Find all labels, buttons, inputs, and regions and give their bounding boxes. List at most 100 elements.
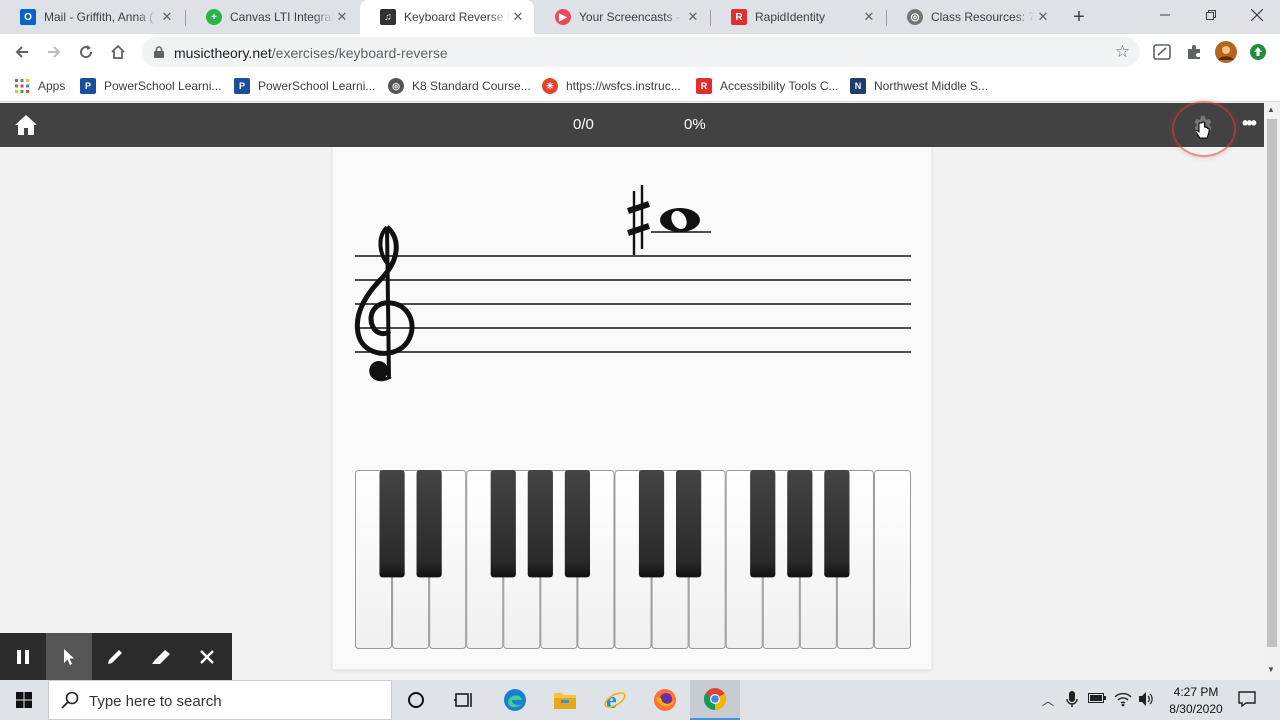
extension-screencast-button[interactable] (1150, 40, 1174, 64)
url-host: musictheory.net (174, 45, 272, 61)
tab-mail[interactable]: O Mail - Griffith, Anna ( ✕ (0, 0, 183, 34)
highlighter-icon (152, 649, 170, 664)
forward-button[interactable] (40, 38, 68, 66)
action-center-button[interactable] (1238, 690, 1256, 711)
bookmark-powerschool-2[interactable]: P PowerSchool Learni... (234, 77, 375, 95)
bookmark-star-icon[interactable]: ☆ (1115, 42, 1130, 62)
powerschool-icon: P (80, 78, 96, 94)
close-icon[interactable]: ✕ (1035, 9, 1051, 25)
tab-rapididentity[interactable]: R RapidIdentity ✕ (711, 0, 885, 34)
close-icon[interactable]: ✕ (685, 9, 701, 25)
screencast-recorder-toolbar (0, 633, 232, 680)
taskbar-search[interactable]: Type here to search (48, 680, 392, 720)
pause-recording-button[interactable] (0, 633, 46, 680)
taskbar-clock[interactable]: 4:27 PM 8/30/2020 (1160, 684, 1232, 718)
wifi-icon[interactable] (1114, 691, 1132, 710)
black-key[interactable] (787, 470, 813, 578)
black-key[interactable] (379, 470, 405, 578)
cortana-button[interactable] (391, 680, 441, 720)
apps-grid-icon (15, 79, 29, 93)
black-key[interactable] (527, 470, 553, 578)
sharp-accidental-icon (627, 185, 650, 255)
bookmark-label: Northwest Middle S... (874, 79, 989, 93)
microphone-icon[interactable] (1066, 690, 1078, 711)
close-icon[interactable]: ✕ (861, 9, 877, 25)
firefox-icon (654, 689, 676, 711)
black-key[interactable] (824, 470, 850, 578)
bookmark-accessibility-tools[interactable]: R Accessibility Tools C... (696, 77, 838, 95)
new-tab-button[interactable]: + (1068, 6, 1090, 28)
page-scrollbar[interactable]: ▲ ▼ (1264, 103, 1280, 680)
extensions-button[interactable] (1182, 40, 1206, 64)
scroll-up-arrow-icon[interactable]: ▲ (1267, 105, 1275, 114)
white-key[interactable] (873, 470, 911, 649)
home-button[interactable] (14, 114, 38, 141)
tab-canvas[interactable]: + Canvas LTI Integratio ✕ (186, 0, 358, 34)
update-button[interactable] (1246, 40, 1270, 64)
black-key[interactable] (490, 470, 516, 578)
taskbar-internet-explorer[interactable]: e (590, 680, 640, 720)
home-button[interactable] (104, 38, 132, 66)
bookmark-wsfcs-instructure[interactable]: ✳ https://wsfcs.instruc... (542, 77, 681, 95)
tab-keyboard-reverse[interactable]: ♫ Keyboard Reverse Id ✕ (360, 0, 534, 34)
bookmark-apps[interactable]: Apps (14, 77, 65, 95)
taskbar-firefox[interactable] (640, 680, 690, 720)
bookmark-powerschool-1[interactable]: P PowerSchool Learni... (80, 77, 221, 95)
bookmark-label: Accessibility Tools C... (720, 79, 839, 93)
globe-icon: ◎ (388, 78, 404, 94)
chrome-icon (704, 688, 726, 710)
task-view-button[interactable] (439, 680, 489, 720)
taskbar-chrome[interactable] (690, 680, 740, 720)
arrow-left-icon (15, 46, 28, 58)
show-hidden-icons-button[interactable]: ︿ (1042, 692, 1054, 709)
outlook-icon: O (20, 9, 36, 25)
close-icon[interactable]: ✕ (510, 9, 526, 25)
reload-button[interactable] (72, 38, 100, 66)
piano-keyboard[interactable] (355, 470, 911, 649)
address-bar[interactable]: musictheory.net/exercises/keyboard-rever… (142, 37, 1140, 67)
notification-icon (1238, 691, 1256, 708)
clock-time: 4:27 PM (1173, 685, 1219, 699)
windows-taskbar: Type here to search e ︿ 4:27 PM 8/30/202… (0, 680, 1280, 720)
update-arrow-icon (1250, 44, 1266, 60)
black-key[interactable] (416, 470, 442, 578)
close-window-button[interactable] (1234, 0, 1280, 30)
bookmark-northwest-middle[interactable]: N Northwest Middle S... (850, 77, 988, 95)
exercise-header-bar: 0/0 0% ••• (0, 101, 1264, 157)
scroll-down-arrow-icon[interactable]: ▼ (1267, 665, 1275, 674)
tab-class-resources[interactable]: ◎ Class Resources: 7th ✕ (887, 0, 1059, 34)
minimize-icon (1160, 14, 1170, 16)
black-key[interactable] (564, 470, 591, 578)
cortana-circle-icon (408, 692, 424, 708)
close-recorder-button[interactable] (184, 633, 230, 680)
back-button[interactable] (8, 38, 36, 66)
scrollbar-thumb[interactable] (1267, 119, 1277, 647)
minimize-button[interactable] (1142, 0, 1188, 30)
black-key[interactable] (676, 470, 702, 578)
more-options-button[interactable]: ••• (1242, 113, 1257, 134)
close-icon[interactable]: ✕ (334, 9, 350, 25)
bookmark-k8-standard-course[interactable]: ◎ K8 Standard Course... (388, 77, 531, 95)
volume-icon[interactable] (1138, 691, 1154, 710)
start-button[interactable] (0, 680, 48, 720)
globe-icon: ◎ (907, 9, 923, 25)
taskbar-edge[interactable] (490, 680, 540, 720)
score-counter: 0/0 (573, 116, 594, 133)
restore-button[interactable] (1188, 0, 1234, 30)
taskbar-file-explorer[interactable] (540, 680, 590, 720)
black-key[interactable] (638, 470, 665, 578)
profile-avatar[interactable] (1214, 40, 1238, 64)
tab-strip: O Mail - Griffith, Anna ( ✕ + Canvas LTI… (0, 0, 1280, 34)
rapididentity-icon: R (731, 9, 747, 25)
pen-tool-button[interactable] (92, 633, 138, 680)
battery-icon[interactable] (1088, 692, 1106, 707)
tab-screencasts[interactable]: ▶ Your Screencasts - Sc ✕ (535, 0, 709, 34)
highlighter-tool-button[interactable] (138, 633, 184, 680)
settings-button[interactable] (1190, 113, 1214, 142)
school-icon: N (850, 78, 866, 94)
score-percent: 0% (684, 116, 706, 133)
black-key[interactable] (750, 470, 776, 578)
close-icon[interactable]: ✕ (159, 9, 175, 25)
pointer-tool-button[interactable] (46, 633, 92, 680)
lock-icon (154, 46, 164, 58)
